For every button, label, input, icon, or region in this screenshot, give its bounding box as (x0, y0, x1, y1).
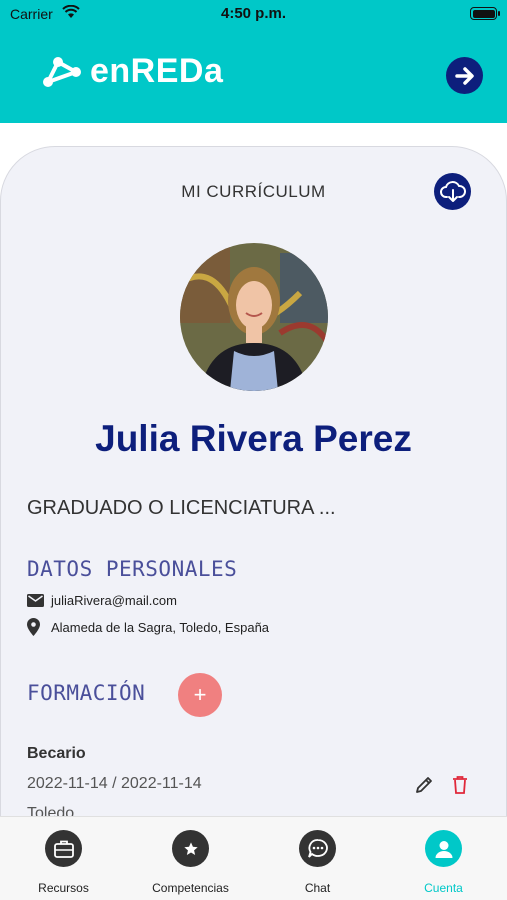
profile-degree: GRADUADO O LICENCIATURA ... (27, 497, 336, 519)
education-item-dates: 2022-11-14 / 2022-11-14 (27, 775, 202, 792)
bottom-tab-bar: Recursos Competencias Chat Cuenta (0, 816, 507, 900)
battery-icon (470, 7, 497, 20)
tab-cuenta-label: Cuenta (424, 881, 463, 895)
logo-text: enREDa (90, 52, 224, 90)
cloud-download-icon (439, 180, 466, 202)
location-text: Alameda de la Sagra, Toledo, España (51, 619, 270, 635)
download-cv-button[interactable] (434, 173, 471, 210)
status-bar: Carrier 4:50 p.m. (0, 0, 507, 30)
add-education-button[interactable]: + (178, 673, 222, 717)
app-logo: enREDa (40, 52, 223, 91)
personal-data-title: DATOS PERSONALES (27, 557, 238, 581)
status-time: 4:50 p.m. (220, 5, 287, 22)
user-icon (425, 830, 462, 867)
app-header: Carrier 4:50 p.m. enREDa (0, 0, 507, 123)
tab-chat-label: Chat (304, 881, 331, 895)
briefcase-icon (45, 830, 82, 867)
education-title: FORMACIÓN (27, 681, 146, 705)
tab-cuenta[interactable]: Cuenta (380, 817, 507, 900)
delete-education-button[interactable] (452, 775, 468, 800)
location-pin-icon (27, 618, 45, 636)
email-row: juliaRivera@mail.com (27, 593, 177, 608)
plus-icon: + (193, 682, 207, 707)
card-title: MI CURRÍCULUM (181, 182, 326, 201)
trash-icon (453, 776, 467, 794)
tab-recursos[interactable]: Recursos (0, 817, 127, 900)
email-text: juliaRivera@mail.com (51, 593, 177, 608)
profile-name: Julia Rivera Perez (95, 418, 412, 459)
tab-chat[interactable]: Chat (254, 817, 381, 900)
tab-competencias-label: Competencias (152, 881, 229, 895)
chat-icon (299, 830, 336, 867)
profile-avatar[interactable] (180, 243, 328, 391)
education-item-title: Becario (27, 745, 86, 762)
location-row: Alameda de la Sagra, Toledo, España (27, 618, 269, 636)
mail-icon (27, 594, 45, 607)
logout-button[interactable] (446, 57, 483, 94)
network-logo-icon (43, 56, 81, 87)
tab-competencias[interactable]: Competencias (127, 817, 254, 900)
tab-recursos-label: Recursos (38, 881, 89, 895)
edit-education-button[interactable] (414, 775, 434, 800)
star-icon (172, 830, 209, 867)
arrow-right-icon (454, 66, 474, 85)
pencil-icon (416, 777, 432, 793)
